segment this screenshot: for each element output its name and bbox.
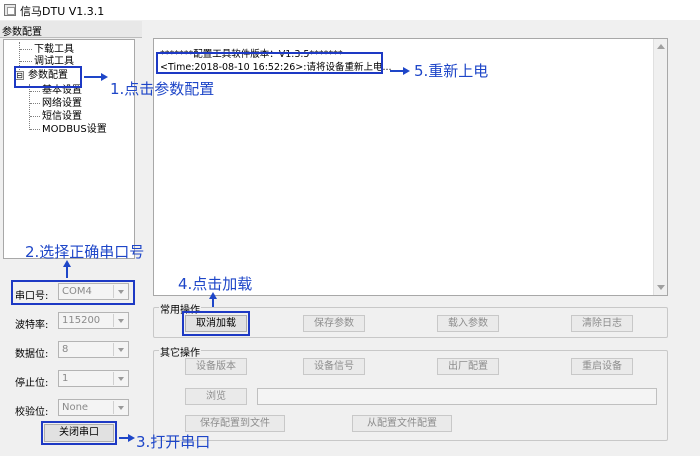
- save-config-to-file-button[interactable]: 保存配置到文件: [185, 415, 285, 432]
- tree-guide-line: [30, 103, 40, 104]
- annotation-step3: 3.打开串口: [136, 433, 211, 451]
- arrow-icon: [66, 266, 68, 278]
- restart-device-button[interactable]: 重启设备: [571, 358, 633, 375]
- load-params-button[interactable]: 载入参数: [437, 315, 499, 332]
- stopbits-label: 停止位:: [15, 378, 49, 389]
- log-scrollbar[interactable]: [653, 39, 667, 295]
- chevron-down-icon: [113, 401, 127, 414]
- tree-guide-line: [30, 116, 40, 117]
- factory-reset-button[interactable]: 出厂配置: [437, 358, 499, 375]
- other-ops-title: 其它操作: [159, 344, 201, 359]
- highlight-close-port: [41, 421, 117, 445]
- parity-label: 校验位:: [15, 407, 49, 418]
- chevron-down-icon: [113, 343, 127, 356]
- device-version-button[interactable]: 设备版本: [185, 358, 247, 375]
- tree-guide-line: [20, 49, 32, 50]
- save-params-button[interactable]: 保存参数: [303, 315, 365, 332]
- browse-button[interactable]: 浏览: [185, 388, 247, 405]
- annotation-step4: 4.点击加载: [178, 275, 253, 293]
- config-from-file-button[interactable]: 从配置文件配置: [352, 415, 452, 432]
- tree-guide-line: [30, 129, 40, 130]
- arrow-head-icon: [209, 292, 217, 299]
- scroll-up-icon[interactable]: [657, 44, 665, 49]
- arrow-head-icon: [63, 260, 71, 267]
- tree-item-sms-settings[interactable]: 短信设置: [42, 111, 82, 123]
- highlight-param-config: [14, 66, 82, 88]
- baud-select[interactable]: 115200: [58, 312, 129, 329]
- log-output[interactable]: *******配置工具软件版本：V1.3.5******* <Time:2018…: [153, 38, 668, 296]
- baud-label: 波特率:: [15, 320, 49, 331]
- title-bar: 信马DTU V1.3.1: [0, 0, 700, 20]
- baud-select-value: 115200: [62, 315, 101, 326]
- arrow-head-icon: [128, 434, 135, 442]
- stopbits-select[interactable]: 1: [58, 370, 129, 387]
- parity-select-value: None: [62, 402, 89, 413]
- parity-select[interactable]: None: [58, 399, 129, 416]
- highlight-port: [11, 280, 135, 305]
- clear-log-button[interactable]: 清除日志: [571, 315, 633, 332]
- annotation-step5: 5.重新上电: [414, 62, 489, 80]
- annotation-step1: 1.点击参数配置: [110, 80, 215, 98]
- app-icon: [4, 4, 16, 16]
- highlight-cancel-load: [182, 311, 250, 336]
- databits-label: 数据位:: [15, 349, 49, 360]
- tree-item-download-tool[interactable]: 下载工具: [34, 44, 74, 56]
- arrow-head-icon: [403, 67, 410, 75]
- tree-item-network-settings[interactable]: 网络设置: [42, 98, 82, 110]
- arrow-icon: [84, 76, 102, 78]
- databits-select-value: 8: [62, 344, 69, 355]
- config-file-path-input[interactable]: [257, 388, 657, 405]
- annotation-step2: 2.选择正确串口号: [25, 243, 145, 261]
- tree-guide-line: [30, 91, 40, 92]
- chevron-down-icon: [113, 314, 127, 327]
- highlight-log-message: [156, 52, 383, 74]
- window-title: 信马DTU V1.3.1: [20, 5, 105, 18]
- chevron-down-icon: [113, 372, 127, 385]
- device-signal-button[interactable]: 设备信号: [303, 358, 365, 375]
- arrow-icon: [390, 70, 404, 72]
- databits-select[interactable]: 8: [58, 341, 129, 358]
- arrow-icon: [212, 298, 214, 307]
- arrow-head-icon: [101, 73, 108, 81]
- tree-guide-line: [20, 61, 32, 62]
- stopbits-select-value: 1: [62, 373, 69, 384]
- left-panel-header: 参数配置: [0, 21, 142, 38]
- tree-item-modbus-settings[interactable]: MODBUS设置: [42, 124, 107, 136]
- scroll-down-icon[interactable]: [657, 285, 665, 290]
